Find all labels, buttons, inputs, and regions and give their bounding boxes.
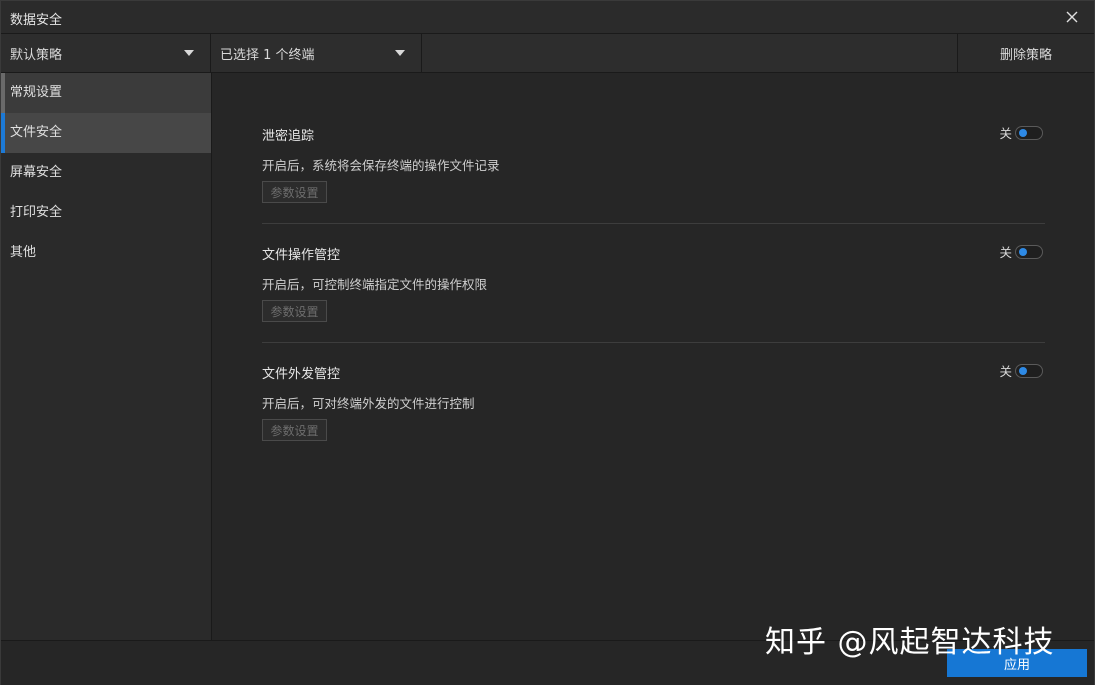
sidebar-item-file-security[interactable]: 文件安全: [1, 113, 211, 153]
main-panel: 泄密追踪 关 开启后，系统将会保存终端的操作文件记录 参数设置 文件操作管控 关…: [212, 73, 1094, 640]
toggle-group: 关: [999, 361, 1043, 380]
policy-select[interactable]: 默认策略: [1, 34, 211, 72]
delete-policy-button[interactable]: 删除策略: [957, 34, 1094, 72]
terminal-select[interactable]: 已选择 1 个终端: [211, 34, 422, 72]
leak-tracking-settings-button[interactable]: 参数设置: [262, 181, 327, 203]
file-operation-settings-button[interactable]: 参数设置: [262, 300, 327, 322]
sidebar-item-label: 文件安全: [10, 125, 63, 140]
sidebar-item-label: 打印安全: [10, 205, 63, 220]
section-title: 文件操作管控: [262, 248, 341, 263]
chevron-down-icon: [395, 50, 405, 56]
toggle-knob: [1019, 128, 1027, 137]
toggle-label: 关: [999, 245, 1012, 260]
toggle-knob: [1019, 366, 1027, 375]
sidebar: 常规设置 文件安全 屏幕安全 打印安全 其他: [1, 73, 212, 640]
close-button[interactable]: [1060, 5, 1084, 29]
terminal-select-value: 已选择 1 个终端: [220, 47, 315, 63]
policy-select-value: 默认策略: [10, 47, 63, 63]
toggle-group: 关: [999, 242, 1043, 261]
close-icon: [1066, 11, 1078, 23]
file-outbound-settings-button[interactable]: 参数设置: [262, 419, 327, 441]
sidebar-item-label: 屏幕安全: [10, 165, 63, 180]
window-title: 数据安全: [10, 13, 63, 28]
section-description: 开启后，可对终端外发的文件进行控制: [262, 396, 475, 411]
sidebar-item-label: 常规设置: [10, 85, 63, 100]
section-title: 文件外发管控: [262, 367, 341, 382]
toggle-label: 关: [999, 126, 1012, 141]
title-bar: 数据安全: [1, 1, 1094, 34]
toggle-label: 关: [999, 364, 1012, 379]
file-operation-toggle[interactable]: [1015, 244, 1043, 259]
section-title: 泄密追踪: [262, 129, 315, 144]
chevron-down-icon: [184, 50, 194, 56]
toggle-group: 关: [999, 123, 1043, 142]
sidebar-item-other[interactable]: 其他: [1, 233, 211, 273]
divider: [262, 342, 1045, 343]
divider: [262, 223, 1045, 224]
sidebar-item-general[interactable]: 常规设置: [1, 73, 211, 113]
toolbar: 默认策略 已选择 1 个终端 删除策略: [1, 34, 1094, 73]
sidebar-item-label: 其他: [10, 245, 37, 260]
file-outbound-toggle[interactable]: [1015, 363, 1043, 378]
sidebar-item-print-security[interactable]: 打印安全: [1, 193, 211, 233]
leak-tracking-toggle[interactable]: [1015, 125, 1043, 140]
sidebar-item-screen-security[interactable]: 屏幕安全: [1, 153, 211, 193]
data-security-window: 数据安全 默认策略 已选择 1 个终端 删除策略 常规设置 文件安全 屏幕安全 …: [0, 0, 1095, 685]
watermark-text: 知乎 @风起智达科技: [765, 625, 1055, 660]
section-description: 开启后，系统将会保存终端的操作文件记录: [262, 158, 500, 173]
section-description: 开启后，可控制终端指定文件的操作权限: [262, 277, 488, 292]
toggle-knob: [1019, 247, 1027, 256]
